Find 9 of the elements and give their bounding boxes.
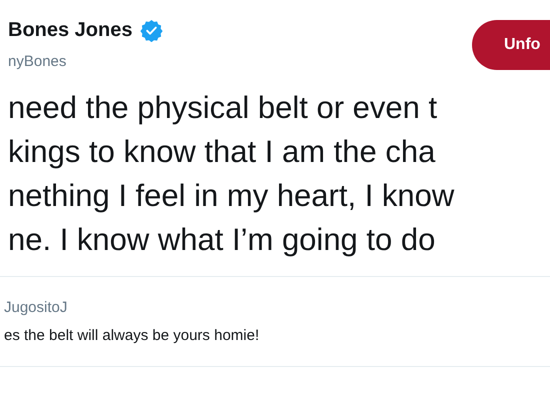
tweet-text-line: kings to know that I am the cha	[8, 132, 436, 170]
author-name[interactable]: Bones Jones	[8, 17, 132, 43]
tweet-text-line: need the physical belt or even t	[8, 88, 438, 126]
reply-text: es the belt will always be yours homie!	[4, 326, 260, 346]
reply-handle[interactable]: JugositoJ	[4, 296, 550, 319]
author-handle[interactable]: nyBones	[8, 51, 164, 74]
tweet-text-line: nething I feel in my heart, I know	[8, 176, 456, 214]
tweet-text-line: ne. I know what I’m going to do	[8, 220, 436, 258]
unfollow-button[interactable]: Unfo	[472, 20, 550, 70]
